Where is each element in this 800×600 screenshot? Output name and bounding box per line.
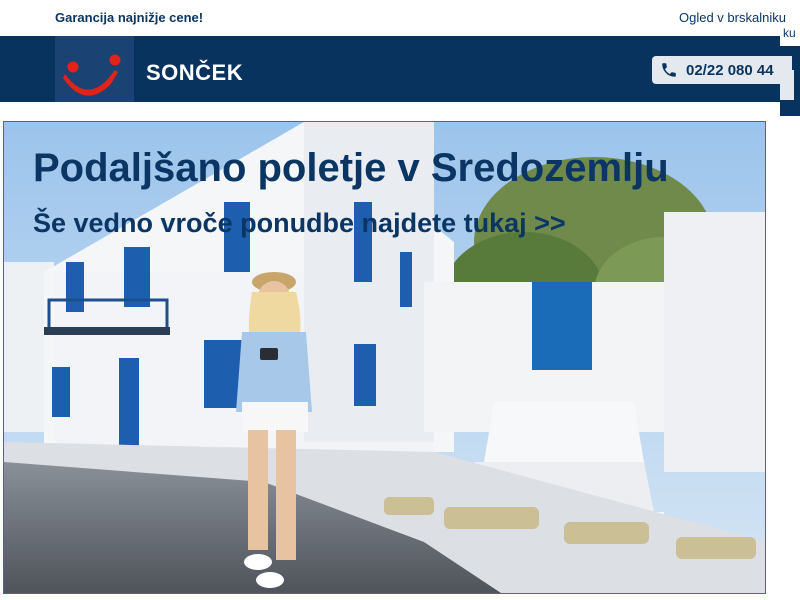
phone-icon [662,63,676,77]
view-in-browser-link[interactable]: Ogled v brskalniku [679,10,786,25]
banner-cta-link[interactable]: Še vedno vroče ponudbe najdete tukaj >> [33,208,566,239]
browser-link-overflow: ku [780,24,800,46]
banner-photo [4,122,765,593]
phone-button[interactable]: 02/22 080 44 [652,56,792,84]
tui-smile-logo-icon [63,54,121,96]
phone-number: 02/22 080 44 [686,62,774,79]
banner-headline: Podaljšano poletje v Sredozemlju [33,146,669,190]
price-guarantee-text: Garancija najnižje cene! [55,10,204,25]
side-strip-highlight [780,70,794,100]
brand-name: SONČEK [146,60,244,85]
logo[interactable] [55,36,134,102]
top-bar: Garancija najnižje cene! Ogled v brskaln… [0,0,800,36]
promo-banner[interactable]: Podaljšano poletje v Sredozemlju Še vedn… [3,121,766,594]
